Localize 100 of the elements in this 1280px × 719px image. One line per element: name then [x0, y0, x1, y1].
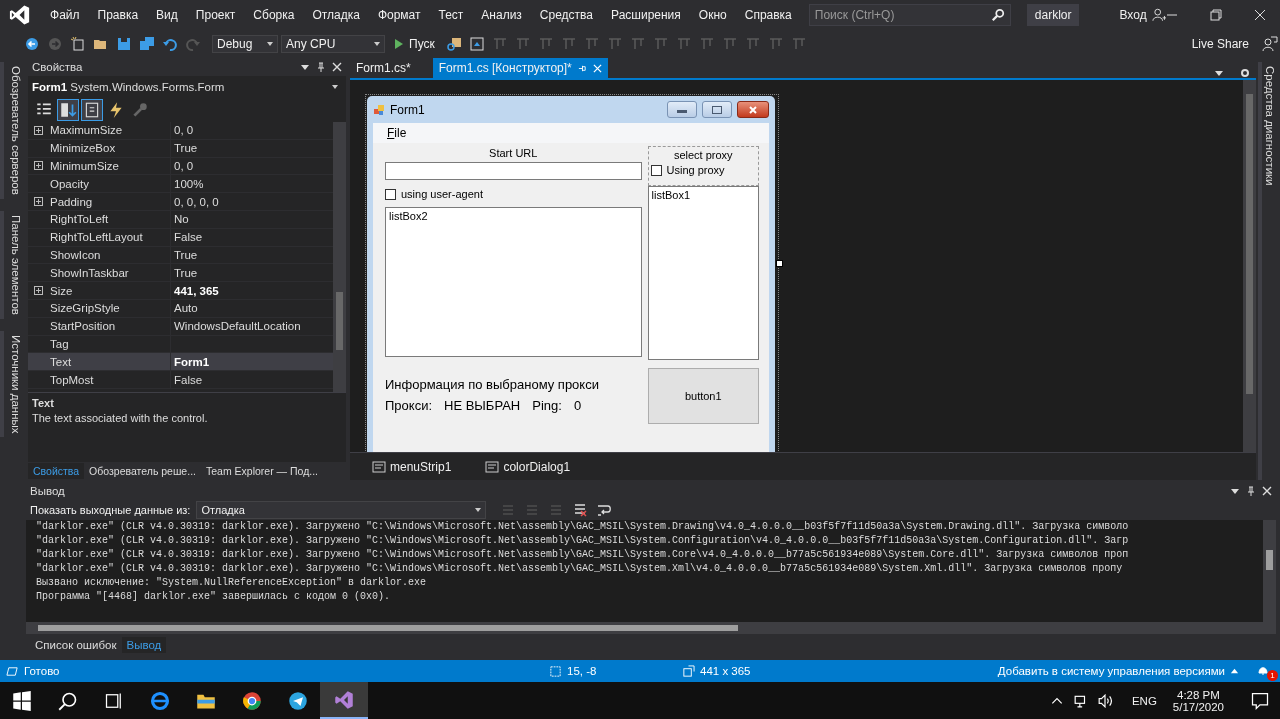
- property-value[interactable]: True: [174, 266, 198, 279]
- close-button[interactable]: [737, 101, 769, 118]
- property-value[interactable]: 0, 0: [174, 124, 194, 137]
- run-button[interactable]: Пуск: [388, 34, 441, 54]
- save-all-icon[interactable]: [139, 36, 155, 52]
- property-name[interactable]: Opacity: [44, 175, 171, 193]
- side-tab[interactable]: Источники данных: [0, 330, 24, 438]
- sign-in-link[interactable]: Вход: [1119, 8, 1147, 22]
- property-value[interactable]: 441, 365: [174, 284, 219, 297]
- expand-icon[interactable]: [33, 161, 43, 171]
- pin-icon[interactable]: [1246, 486, 1256, 496]
- resize-handle[interactable]: [776, 260, 783, 267]
- volume-icon[interactable]: [1097, 693, 1112, 708]
- panel-tab[interactable]: Обозреватель реше...: [84, 463, 201, 479]
- side-tab[interactable]: Средства диагностики: [1258, 62, 1278, 480]
- component-item[interactable]: colorDialog1: [485, 459, 571, 474]
- user-agent-checkbox[interactable]: using user-agent: [385, 188, 642, 200]
- property-name[interactable]: ShowInTaskbar: [44, 264, 171, 282]
- form-button[interactable]: button1: [647, 368, 759, 424]
- property-name[interactable]: MinimumSize: [44, 157, 171, 175]
- network-icon[interactable]: [1073, 693, 1088, 708]
- menu-item[interactable]: Сборка: [244, 8, 304, 22]
- document-tab[interactable]: Form1.cs*: [350, 58, 417, 78]
- scrollbar[interactable]: [1263, 520, 1276, 622]
- side-tab[interactable]: Обозреватель серверов: [0, 62, 24, 199]
- scrollbar[interactable]: [1243, 80, 1256, 452]
- component-item[interactable]: menuStrip1: [372, 459, 452, 474]
- property-value[interactable]: False: [174, 231, 203, 244]
- form-window[interactable]: Form1 File Start URL using user-agent listBox2 Информация по выбраному прокси Прокси: НЕ ВЫБРАН Ping: 0 select proxy Using proxy listBox1 button1: [367, 96, 775, 452]
- minimize-button[interactable]: [667, 101, 697, 118]
- telegram-icon[interactable]: [288, 690, 308, 711]
- property-name[interactable]: Padding: [44, 193, 171, 210]
- panel-tab[interactable]: Свойства: [28, 463, 85, 479]
- search-icon[interactable]: [58, 690, 78, 711]
- property-name[interactable]: SizeGripStyle: [44, 299, 171, 317]
- windows-start-icon[interactable]: [12, 690, 32, 711]
- settings-icon[interactable]: [1240, 68, 1250, 78]
- search-field[interactable]: Поиск (Ctrl+Q): [808, 4, 1011, 26]
- properties-icon[interactable]: [82, 100, 102, 120]
- menu-item[interactable]: Файл: [41, 8, 89, 22]
- notification-center-icon[interactable]: [1250, 690, 1270, 711]
- feedback-icon[interactable]: [1262, 36, 1278, 52]
- menu-item[interactable]: Окно: [689, 8, 736, 22]
- chrome-icon[interactable]: [242, 690, 262, 711]
- property-value[interactable]: WindowsDefaultLocation: [174, 320, 301, 333]
- new-project-icon[interactable]: [70, 36, 86, 52]
- url-input[interactable]: [385, 162, 642, 180]
- property-name[interactable]: TopMost: [44, 371, 171, 388]
- property-name[interactable]: Tag: [44, 335, 171, 353]
- panel-tab[interactable]: Вывод: [121, 637, 167, 653]
- save-icon[interactable]: [116, 36, 132, 52]
- output-source-dropdown[interactable]: Отладка: [196, 501, 487, 519]
- property-name[interactable]: ShowIcon: [44, 246, 171, 264]
- back-icon[interactable]: [24, 36, 40, 52]
- property-value[interactable]: True: [174, 248, 198, 261]
- sort-alphabetical-icon[interactable]: [58, 100, 78, 120]
- using-proxy-checkbox[interactable]: Using proxy: [648, 164, 758, 176]
- expand-icon[interactable]: [33, 286, 43, 296]
- source-control-button[interactable]: Добавить в систему управления версиями: [997, 665, 1225, 677]
- close-icon[interactable]: [1262, 486, 1272, 496]
- platform-dropdown[interactable]: Any CPU: [281, 35, 385, 53]
- dropdown-icon[interactable]: [300, 62, 310, 72]
- menu-item[interactable]: Справка: [735, 8, 801, 22]
- property-name[interactable]: MaximumSize: [44, 122, 171, 139]
- dropdown-icon[interactable]: [1214, 68, 1224, 78]
- menu-item[interactable]: Формат: [368, 8, 430, 22]
- language-indicator[interactable]: ENG: [1131, 694, 1157, 707]
- property-value[interactable]: Auto: [174, 302, 198, 315]
- undo-icon[interactable]: [162, 36, 178, 52]
- list-box[interactable]: listBox1: [647, 186, 759, 360]
- menu-item[interactable]: Тест: [429, 8, 473, 22]
- visual-studio-icon[interactable]: [334, 689, 354, 710]
- panel-tab[interactable]: Team Explorer — Под...: [200, 463, 324, 479]
- clear-all-icon[interactable]: [572, 502, 589, 518]
- property-value[interactable]: No: [174, 213, 189, 226]
- user-icon[interactable]: [1150, 7, 1166, 23]
- property-name[interactable]: StartPosition: [44, 317, 171, 335]
- close-icon[interactable]: [332, 62, 342, 72]
- maximize-button[interactable]: [702, 101, 732, 118]
- expand-icon[interactable]: [33, 125, 43, 135]
- word-wrap-icon[interactable]: [596, 502, 613, 518]
- expand-icon[interactable]: [33, 197, 43, 207]
- property-value[interactable]: False: [174, 373, 203, 386]
- property-name[interactable]: MinimizeBox: [44, 139, 171, 157]
- property-name[interactable]: Text: [44, 353, 171, 371]
- scrollbar[interactable]: [26, 622, 1276, 634]
- property-name[interactable]: Size: [44, 282, 171, 299]
- live-share-button[interactable]: Live Share: [1183, 37, 1257, 51]
- dropdown-icon[interactable]: [1230, 486, 1240, 496]
- scrollbar[interactable]: [333, 122, 346, 392]
- close-icon[interactable]: [1254, 9, 1266, 21]
- property-name[interactable]: RightToLeft: [44, 211, 171, 228]
- menu-item[interactable]: Проект: [186, 8, 245, 22]
- side-tab[interactable]: Панель элементов: [0, 210, 24, 319]
- property-value[interactable]: Form1: [174, 355, 210, 368]
- browser-icon[interactable]: [150, 690, 170, 711]
- property-value[interactable]: 0, 0: [174, 160, 194, 172]
- property-name[interactable]: RightToLeftLayout: [44, 228, 171, 246]
- panel-tab[interactable]: Список ошибок: [30, 637, 122, 653]
- menu-item[interactable]: Средства: [530, 8, 603, 22]
